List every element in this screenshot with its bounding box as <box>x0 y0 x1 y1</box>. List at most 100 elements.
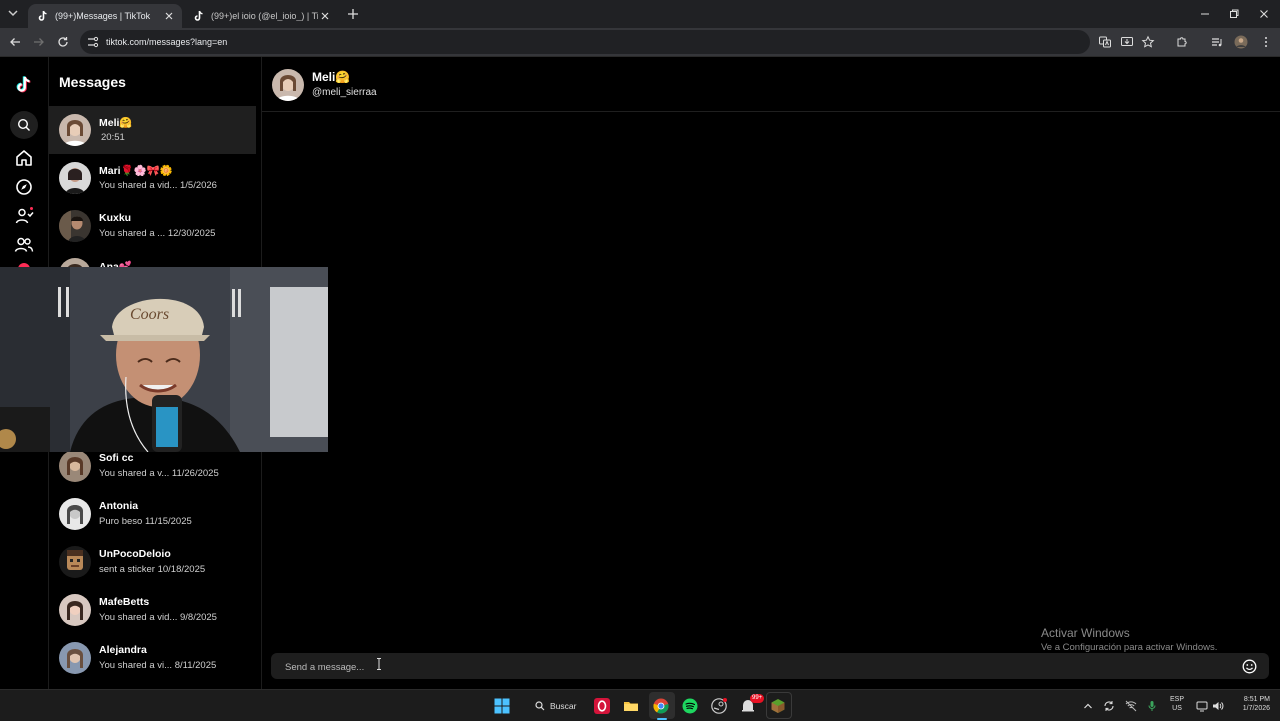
app-hover-outline <box>766 692 792 719</box>
back-arrow-icon[interactable] <box>8 35 22 49</box>
conversation-item[interactable]: Alejandra You shared a vi... 8/11/2025 <box>49 634 256 682</box>
search-icon <box>535 700 545 710</box>
conversation-item[interactable]: Kuxku You shared a ... 12/30/2025 <box>49 202 256 250</box>
conversation-preview: Puro beso 11/15/2025 <box>99 516 192 527</box>
search-button[interactable] <box>10 111 38 139</box>
conversation-name: Alejandra <box>99 644 147 656</box>
tiktok-favicon-icon <box>194 10 203 21</box>
conversation-name: MafeBetts <box>99 596 150 608</box>
tab-search-icon[interactable] <box>6 6 20 20</box>
clock-time: 8:51 PM <box>1243 696 1270 703</box>
taskbar-search[interactable]: Buscar <box>527 695 581 716</box>
close-tab-icon[interactable] <box>162 9 176 23</box>
message-input-bar <box>271 653 1269 681</box>
conversation-item[interactable]: MafeBetts You shared a vid... 9/8/2025 <box>49 586 256 634</box>
conversation-preview: You shared a v... 11/26/2025 <box>99 468 219 479</box>
reload-icon[interactable] <box>56 35 70 49</box>
browser-tab-messages[interactable]: (99+)Messages | TikTok <box>28 4 182 28</box>
restore-window-icon[interactable] <box>1227 7 1241 21</box>
start-windows-icon[interactable] <box>494 698 510 714</box>
message-input[interactable] <box>283 653 1187 681</box>
conversation-preview: sent a sticker 10/18/2025 <box>99 564 206 575</box>
lang-region: US <box>1172 705 1182 712</box>
svg-text:Coors: Coors <box>130 306 169 323</box>
conversation-preview: You shared a vi... 8/11/2025 <box>99 660 217 671</box>
display-icon[interactable] <box>1196 700 1208 712</box>
text-cursor-icon <box>377 658 381 670</box>
conversation-name: Meli🤗 <box>99 117 133 129</box>
spotify-app-icon[interactable] <box>682 698 698 714</box>
tiktok-logo-icon[interactable] <box>13 74 35 96</box>
conversation-item[interactable]: Mari🌹🌸🎀🌼 You shared a vid... 1/5/2026 <box>49 154 256 202</box>
tab-title: (99+)Messages | TikTok <box>55 11 151 21</box>
close-window-icon[interactable] <box>1257 7 1271 21</box>
avatar <box>59 210 91 242</box>
avatar <box>59 546 91 578</box>
forward-arrow-icon[interactable] <box>32 35 46 49</box>
explore-compass-icon[interactable] <box>14 177 34 197</box>
address-bar[interactable]: tiktok.com/messages?lang=en <box>80 30 1090 54</box>
search-label: Buscar <box>550 700 577 711</box>
sync-icon[interactable] <box>1103 700 1115 712</box>
system-clock[interactable]: 8:51 PM 1/7/2026 <box>1230 695 1270 713</box>
minimize-window-icon[interactable] <box>1198 7 1212 21</box>
extensions-puzzle-icon[interactable] <box>1175 35 1189 49</box>
friends-icon[interactable] <box>14 235 34 255</box>
search-icon <box>17 118 30 131</box>
opera-app-icon[interactable] <box>594 698 610 714</box>
avatar[interactable] <box>272 69 304 101</box>
media-controls-icon[interactable] <box>1210 35 1224 49</box>
network-disabled-icon[interactable] <box>1125 700 1137 712</box>
tab-title: (99+)el ioio (@el_ioio_) | TikTok <box>211 11 318 21</box>
conversation-name: Mari🌹🌸🎀🌼 <box>99 165 173 177</box>
home-icon[interactable] <box>14 148 34 168</box>
conversation-name: Sofi cc <box>99 452 134 464</box>
input-language[interactable]: ESP US <box>1170 695 1184 713</box>
conversation-preview: You shared a ... 12/30/2025 <box>99 228 216 239</box>
site-info-icon[interactable] <box>86 35 100 49</box>
new-tab-icon[interactable] <box>346 7 360 21</box>
conversation-item[interactable]: Meli🤗 20:51 <box>49 106 256 154</box>
clock-date: 1/7/2026 <box>1242 705 1270 712</box>
conversation-preview: You shared a vid... 9/8/2025 <box>99 612 217 623</box>
close-tab-icon[interactable] <box>318 9 332 23</box>
avatar <box>59 114 91 146</box>
translate-icon[interactable] <box>1098 35 1112 49</box>
conversation-name: Kuxku <box>99 212 132 224</box>
avatar <box>59 642 91 674</box>
lang-code: ESP <box>1170 696 1185 703</box>
emoji-icon[interactable] <box>1242 659 1257 674</box>
conversation-name: Antonia <box>99 500 139 512</box>
following-icon[interactable] <box>14 206 34 226</box>
browser-toolbar: tiktok.com/messages?lang=en <box>0 28 1280 57</box>
profile-avatar-icon[interactable] <box>1234 35 1248 49</box>
url-text: tiktok.com/messages?lang=en <box>106 37 228 47</box>
webcam-feed-image: Coors <box>0 267 328 452</box>
chat-contact-name[interactable]: Meli🤗 <box>312 70 350 84</box>
avatar <box>59 594 91 626</box>
browser-menu-icon[interactable] <box>1259 35 1273 49</box>
browser-tab-strip: (99+)Messages | TikTok (99+)el ioio (@el… <box>0 0 1280 28</box>
tiktok-favicon-icon <box>38 10 47 21</box>
volume-icon[interactable] <box>1212 700 1224 712</box>
bookmark-star-icon[interactable] <box>1141 35 1155 49</box>
install-app-icon[interactable] <box>1120 35 1134 49</box>
file-explorer-icon[interactable] <box>623 698 639 714</box>
browser-tab-profile[interactable]: (99+)el ioio (@el_ioio_) | TikTok <box>184 4 338 28</box>
steam-app-icon[interactable] <box>711 698 727 714</box>
microphone-icon[interactable] <box>1146 700 1158 712</box>
messages-title: Messages <box>59 74 126 90</box>
notification-badge: 99+ <box>750 694 765 703</box>
chat-header: Meli🤗 @meli_sierraa <box>262 57 1280 112</box>
chat-contact-handle[interactable]: @meli_sierraa <box>312 87 377 98</box>
activation-subtitle: Ve a Configuración para activar Windows. <box>1041 642 1218 653</box>
webcam-overlay: Coors <box>0 267 328 452</box>
windows-activation-watermark: Activar Windows Ve a Configuración para … <box>1041 626 1217 653</box>
avatar <box>59 450 91 482</box>
show-hidden-icons-chevron-icon[interactable] <box>1082 700 1094 712</box>
conversation-item[interactable]: UnPocoDeloio sent a sticker 10/18/2025 <box>49 538 256 586</box>
avatar <box>59 498 91 530</box>
conversation-name: UnPocoDeloio <box>99 548 171 560</box>
conversation-item[interactable]: Antonia Puro beso 11/15/2025 <box>49 490 256 538</box>
chrome-app-icon[interactable] <box>653 698 669 714</box>
